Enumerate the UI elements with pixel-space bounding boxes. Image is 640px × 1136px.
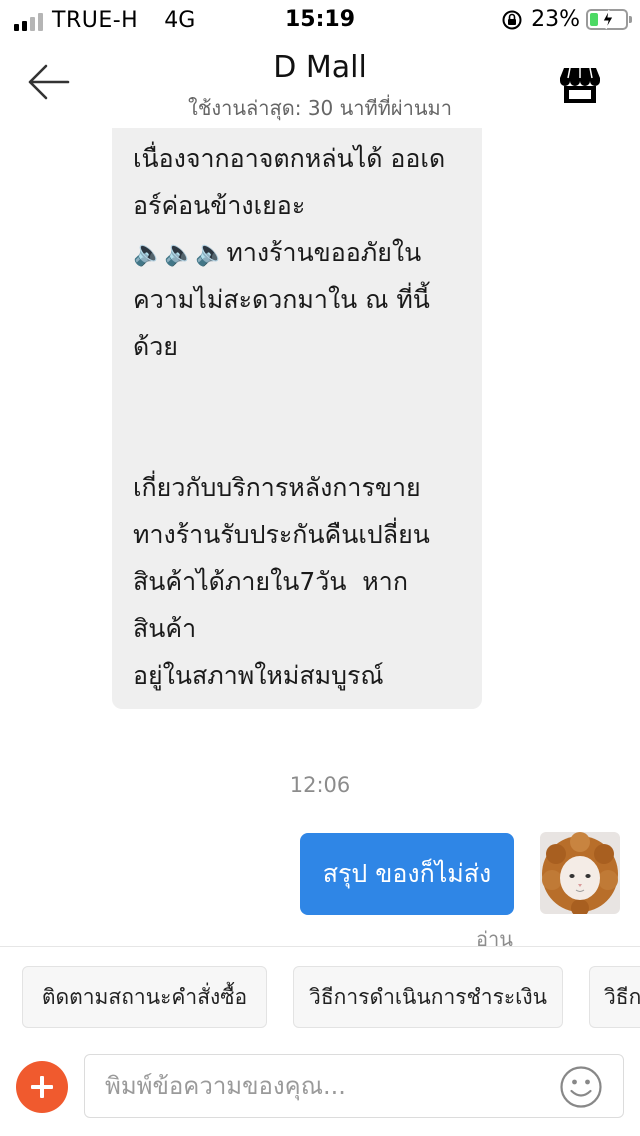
chat-thread[interactable]: ทางร้านได้ทันทีเลยค่ะ เนื่องจากอาจตกหล่น…: [0, 128, 640, 946]
divider: [0, 946, 640, 947]
message-input-bar: พิมพ์ข้อความของคุณ...: [0, 1040, 640, 1136]
read-receipt: อ่าน: [476, 927, 513, 946]
quick-reply-bar: ติดตามสถานะคำสั่งซื้อ วิธีการดำเนินการชำ…: [22, 966, 640, 1028]
message-input[interactable]: พิมพ์ข้อความของคุณ...: [84, 1054, 624, 1118]
quick-reply-more[interactable]: วิธีก: [589, 966, 640, 1028]
quick-reply-payment-method[interactable]: วิธีการดำเนินการชำระเงิน: [293, 966, 563, 1028]
storefront-icon[interactable]: [560, 66, 600, 104]
orientation-lock-icon: [502, 10, 522, 29]
received-message-bubble[interactable]: ทางร้านได้ทันทีเลยค่ะ เนื่องจากอาจตกหล่น…: [112, 128, 482, 709]
status-bar: TRUE-H 4G 15:19 23%: [0, 0, 640, 40]
lion-cat-avatar-image: [540, 832, 620, 914]
battery-fill: [590, 13, 598, 26]
message-timestamp: 12:06: [289, 773, 351, 797]
quick-reply-track-order[interactable]: ติดตามสถานะคำสั่งซื้อ: [22, 966, 267, 1028]
chat-header: D Mall ใช้งานล่าสุด: 30 นาทีที่ผ่านมา: [0, 40, 640, 128]
add-attachment-button[interactable]: [16, 1061, 68, 1113]
battery-percent: 23%: [531, 7, 580, 32]
shop-name: D Mall: [273, 50, 367, 85]
charging-bolt-icon: [602, 9, 614, 30]
battery-icon: [586, 9, 632, 30]
status-right: 23%: [501, 7, 632, 32]
user-avatar[interactable]: [540, 832, 620, 914]
sent-message-bubble[interactable]: สรุป ของก็ไม่ส่ง: [300, 833, 514, 915]
last-active-status: ใช้งานล่าสุด: 30 นาทีที่ผ่านมา: [188, 96, 452, 120]
received-message-text: ทางร้านได้ทันทีเลยค่ะ เนื่องจากอาจตกหล่น…: [133, 144, 446, 690]
message-input-placeholder: พิมพ์ข้อความของคุณ...: [105, 1072, 346, 1100]
emoji-icon[interactable]: [559, 1065, 603, 1109]
